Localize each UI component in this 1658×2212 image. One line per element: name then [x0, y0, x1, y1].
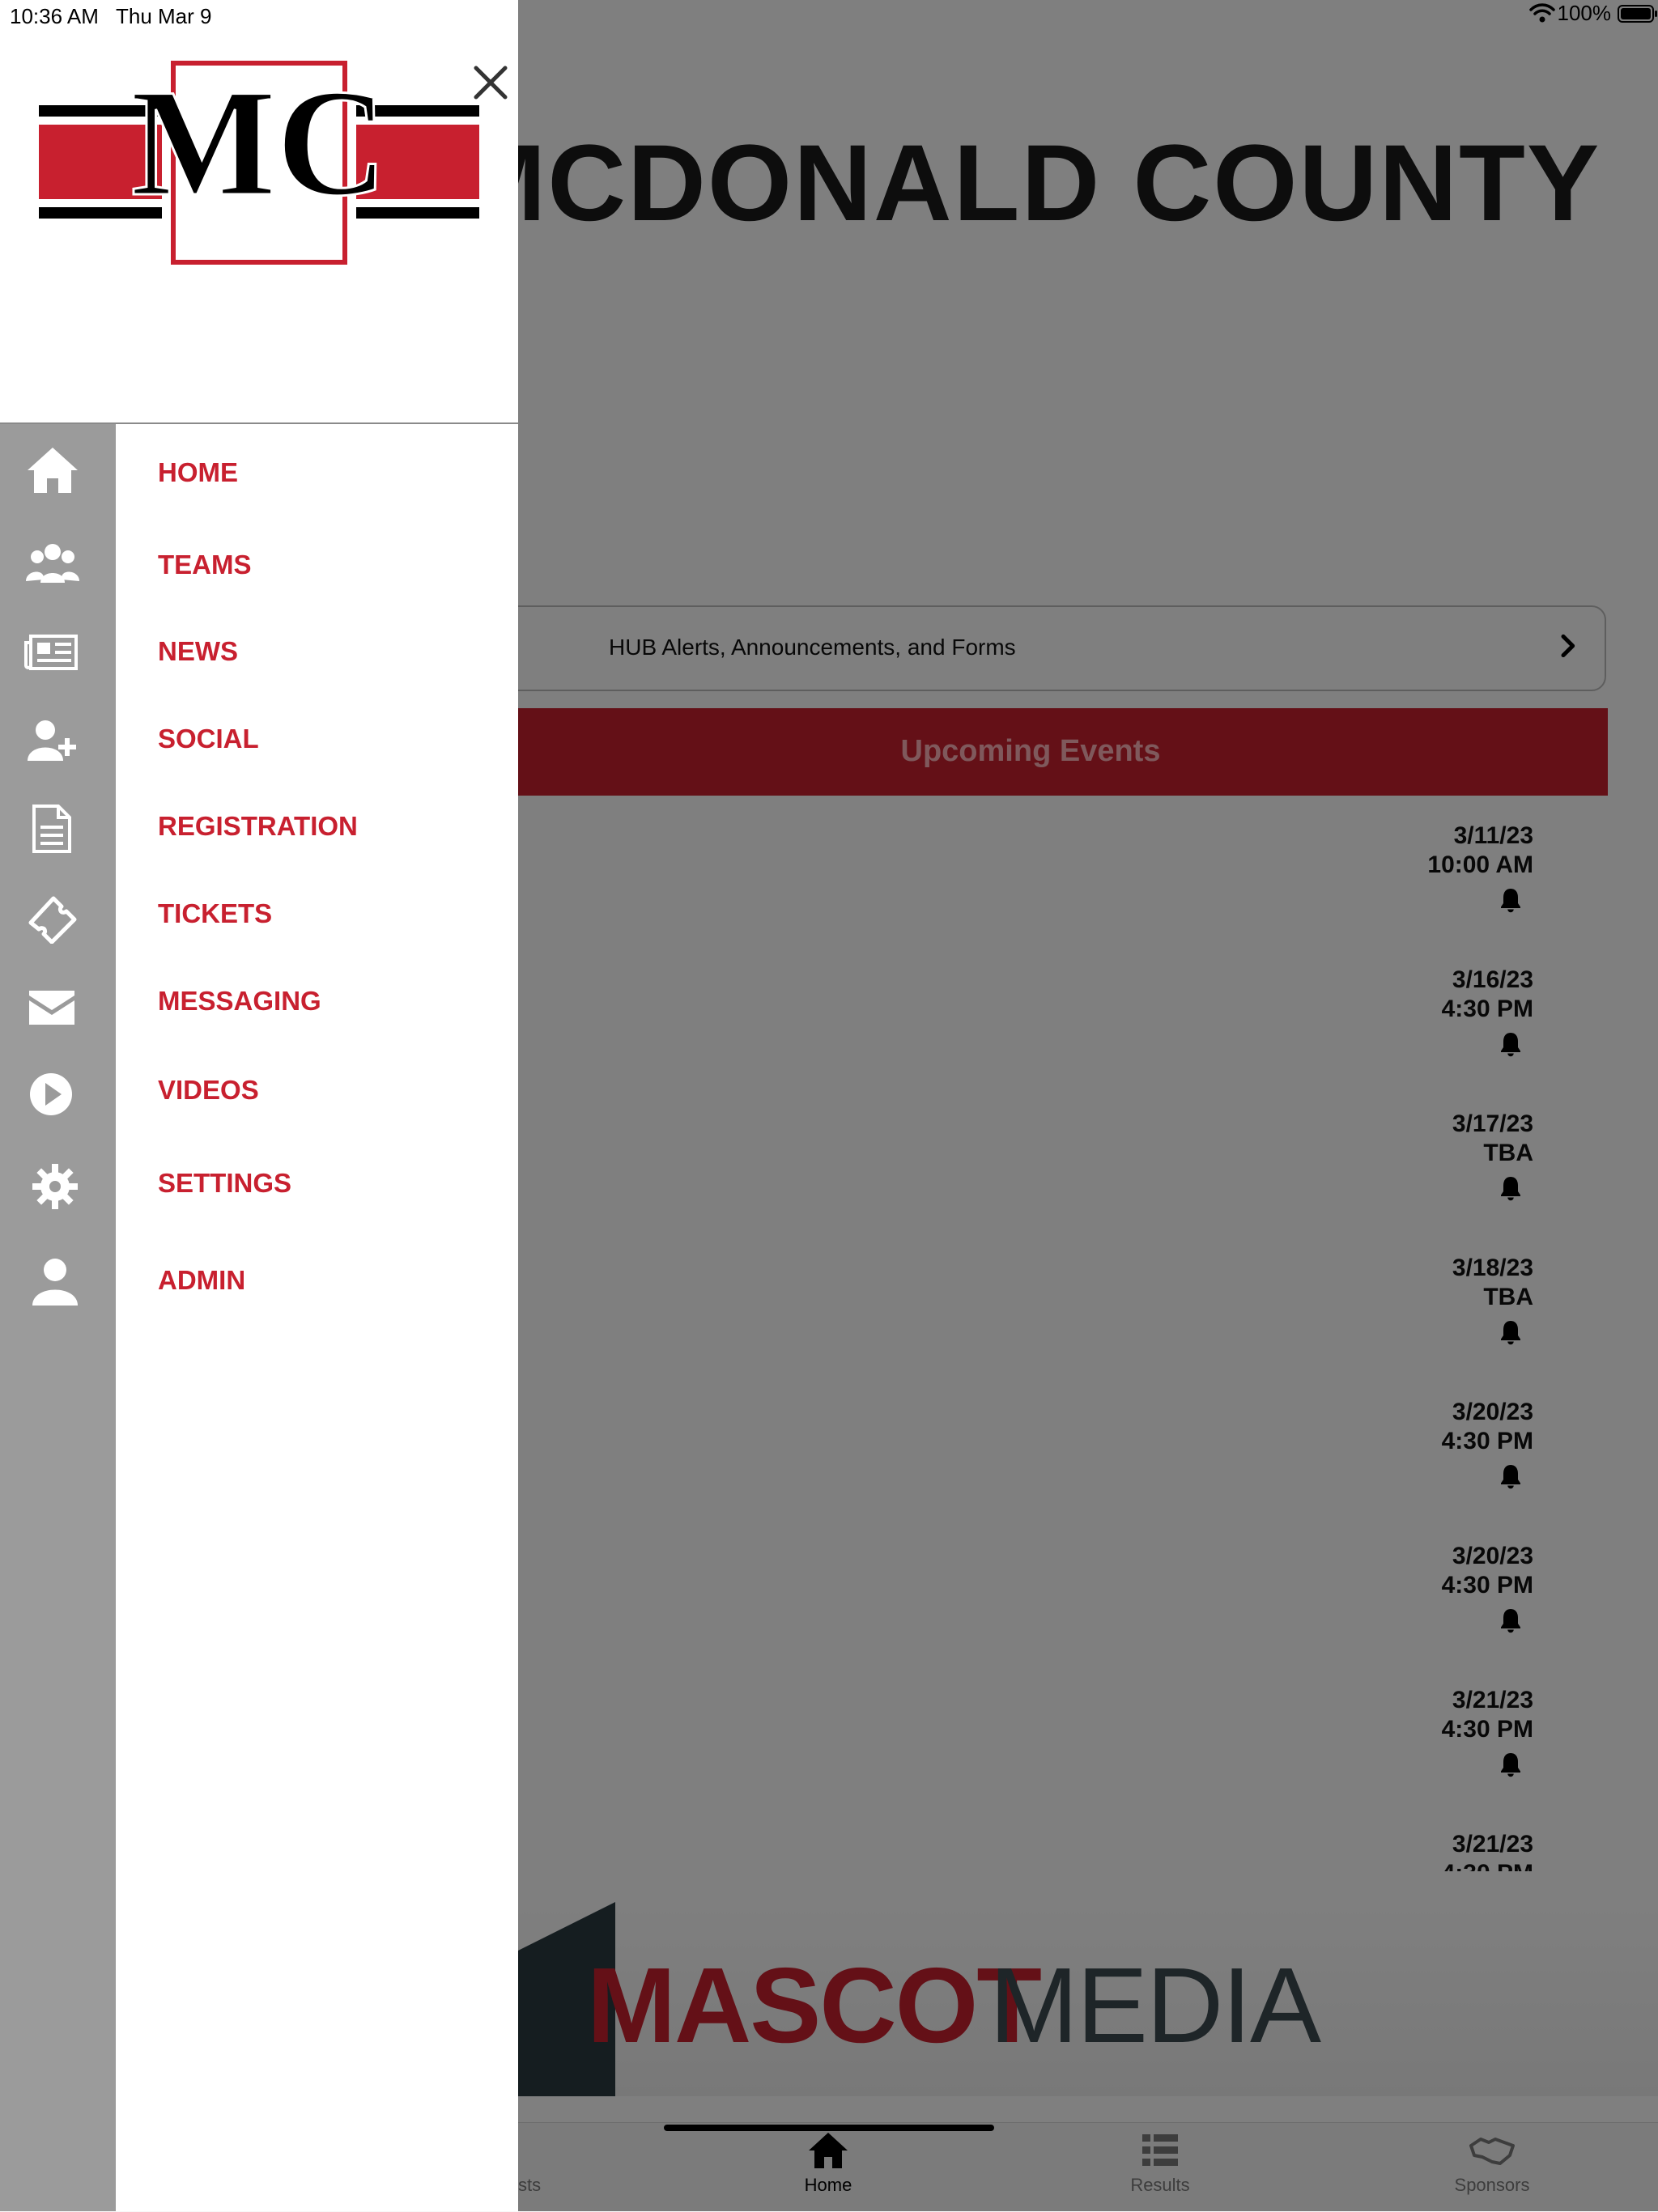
menu-item-registration[interactable]: REGISTRATION: [158, 811, 358, 842]
ticket-icon[interactable]: [24, 892, 81, 944]
menu-item-teams[interactable]: TEAMS: [158, 550, 252, 580]
menu-item-news[interactable]: NEWS: [158, 636, 238, 667]
document-icon[interactable]: [24, 803, 81, 855]
icon-rail: [0, 424, 116, 2211]
svg-text:MC: MC: [131, 58, 388, 228]
status-bar: 10:36 AM Thu Mar 9 100%: [0, 0, 1658, 32]
status-date: Thu Mar 9: [116, 4, 212, 28]
menu-item-videos[interactable]: VIDEOS: [158, 1075, 259, 1106]
menu-item-messaging[interactable]: MESSAGING: [158, 986, 321, 1017]
teams-icon[interactable]: [24, 537, 81, 589]
school-logo: MC: [39, 57, 479, 269]
battery-icon: [1618, 5, 1657, 23]
menu-item-social[interactable]: SOCIAL: [158, 724, 259, 754]
home-icon[interactable]: [24, 444, 81, 496]
menu-item-tickets[interactable]: TICKETS: [158, 898, 272, 929]
side-drawer: MC HOME TEAMS NEWS SOCIAL REGISTRATION T…: [0, 0, 518, 2211]
wifi-icon: [1529, 3, 1555, 23]
user-icon[interactable]: [24, 1255, 81, 1307]
drawer-header: MC: [0, 0, 518, 424]
newspaper-icon[interactable]: [24, 626, 81, 678]
gear-icon[interactable]: [24, 1161, 81, 1212]
envelope-icon[interactable]: [24, 981, 81, 1033]
add-user-icon[interactable]: [24, 714, 81, 766]
play-icon[interactable]: [24, 1068, 81, 1120]
battery-percent: 100%: [1557, 1, 1612, 25]
menu-item-admin[interactable]: ADMIN: [158, 1265, 245, 1296]
menu-item-settings[interactable]: SETTINGS: [158, 1168, 291, 1199]
close-icon[interactable]: [468, 60, 513, 105]
menu-item-home[interactable]: HOME: [158, 457, 238, 488]
status-time: 10:36 AM: [10, 4, 99, 28]
